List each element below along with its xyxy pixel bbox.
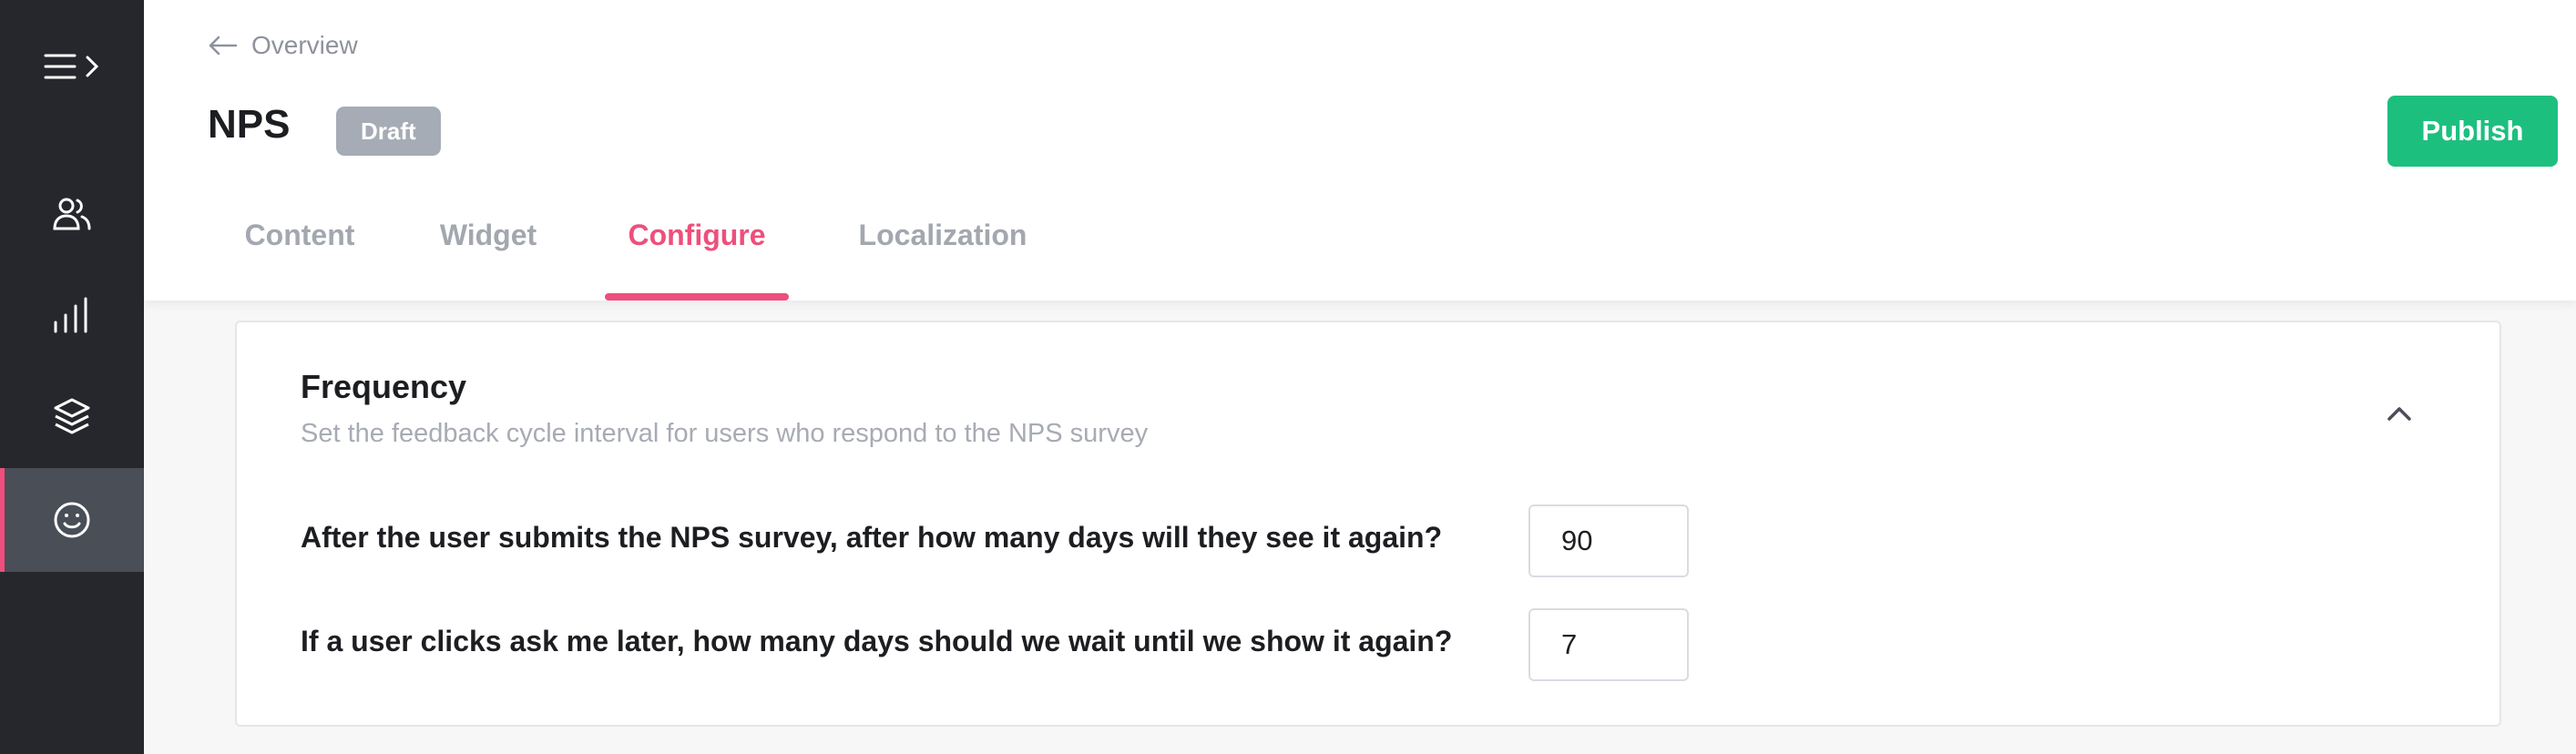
- page-title: NPS: [208, 102, 291, 147]
- layers-icon: [54, 398, 90, 434]
- page-header: Overview NPS Draft Publish Content Widge…: [144, 0, 2576, 301]
- smiley-icon: [54, 502, 90, 538]
- tab-configure[interactable]: Configure: [605, 200, 789, 301]
- tab-widget[interactable]: Widget: [421, 200, 556, 301]
- sidebar: [0, 0, 144, 754]
- chevron-up-icon: [2387, 407, 2411, 421]
- back-link[interactable]: Overview: [208, 27, 358, 64]
- tab-content[interactable]: Content: [231, 200, 368, 301]
- publish-button[interactable]: Publish: [2387, 96, 2558, 167]
- sidebar-item-users[interactable]: [0, 162, 144, 266]
- status-badge: Draft: [336, 107, 441, 156]
- tab-localization[interactable]: Localization: [842, 200, 1044, 301]
- back-link-label: Overview: [251, 31, 358, 59]
- frequency-card: Frequency Set the feedback cycle interva…: [235, 321, 2501, 727]
- resubmit-days-label: After the user submits the NPS survey, a…: [301, 521, 1443, 554]
- tab-label: Content: [244, 219, 355, 251]
- ask-later-days-input[interactable]: [1528, 608, 1689, 681]
- tab-label: Localization: [858, 219, 1027, 251]
- card-subtitle: Set the feedback cycle interval for user…: [301, 419, 1149, 448]
- ask-later-days-label: If a user clicks ask me later, how many …: [301, 625, 1453, 657]
- sidebar-item-layers[interactable]: [0, 364, 144, 468]
- card-title: Frequency: [301, 368, 467, 405]
- analytics-icon: [54, 297, 87, 333]
- users-icon: [53, 198, 91, 230]
- arrow-left-icon: [209, 36, 238, 56]
- sidebar-item-nps[interactable]: [0, 468, 144, 572]
- sidebar-item-analytics[interactable]: [0, 263, 144, 367]
- active-tab-indicator: [605, 293, 789, 301]
- tab-label: Configure: [628, 219, 766, 251]
- menu-expand-icon: [44, 54, 99, 79]
- resubmit-days-input[interactable]: [1528, 504, 1689, 577]
- tab-label: Widget: [439, 219, 537, 251]
- sidebar-toggle-button[interactable]: [0, 15, 144, 118]
- collapse-toggle[interactable]: [2381, 395, 2418, 432]
